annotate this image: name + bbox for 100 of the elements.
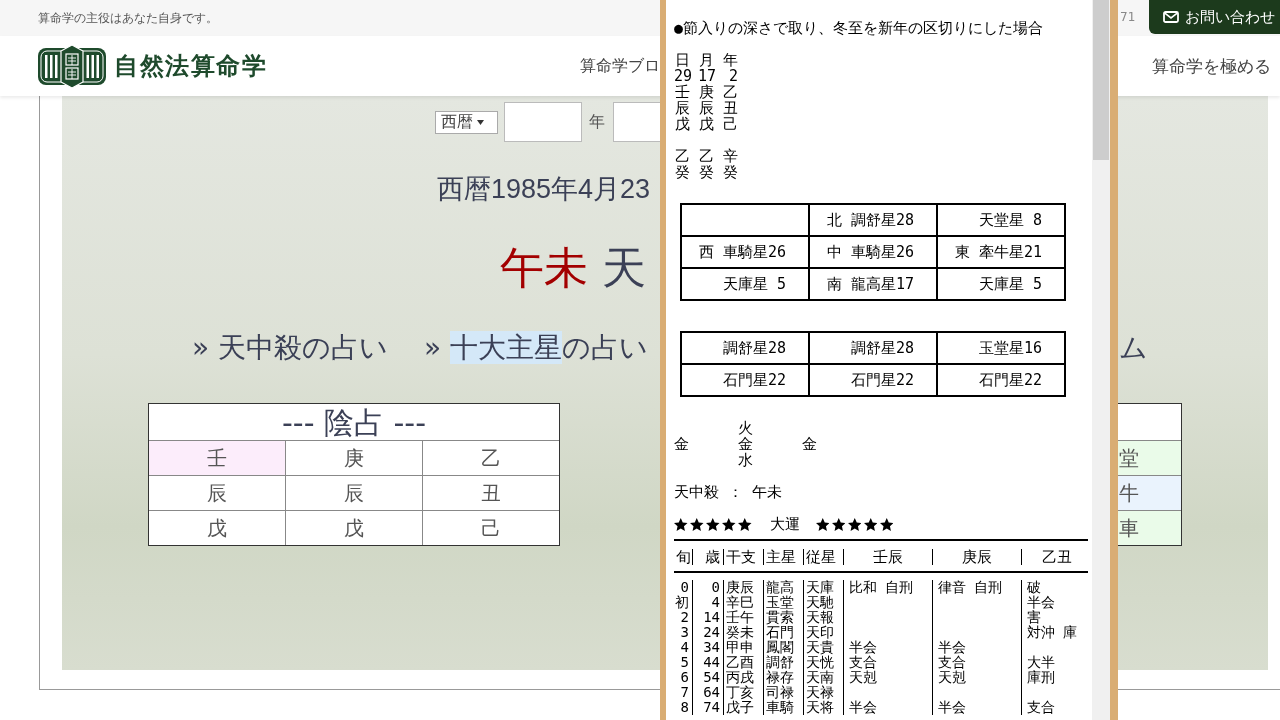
tenchusatsu-text: 天中殺 ： 午未 xyxy=(674,484,784,500)
note-text: ●節入りの深さで取り、冬至を新年の区切りにした場合 xyxy=(674,20,1045,36)
table-cell: 調舒星28 xyxy=(810,333,938,365)
table-cell: 調舒星28 xyxy=(682,333,810,365)
star-icon xyxy=(815,517,829,531)
table-cell: 0 xyxy=(693,580,724,595)
element-label: 火 xyxy=(738,420,753,436)
table-cell: 半会 xyxy=(933,700,1022,715)
pillar-cell: 辰 xyxy=(674,100,690,116)
element-label: 金 xyxy=(738,436,753,452)
table-cell: 支合 xyxy=(844,655,933,670)
table-cell: 天恍 xyxy=(804,655,844,670)
month-input[interactable] xyxy=(613,102,660,142)
table-cell: 石門星22 xyxy=(682,365,810,397)
column-heading: 干支 xyxy=(724,549,764,565)
table-cell: 3 xyxy=(674,625,693,640)
scrollbar-thumb[interactable] xyxy=(1093,0,1109,160)
fortune-link[interactable]: ム xyxy=(1118,330,1148,366)
fortune-link[interactable]: » 十大主星の占い xyxy=(424,330,649,366)
logo-icon[interactable] xyxy=(38,44,106,88)
fortune-label: 大運 xyxy=(769,516,800,532)
table-cell: 玉堂 xyxy=(764,595,804,610)
table-cell: 辰 xyxy=(149,476,286,511)
table-cell: 半会 xyxy=(844,640,933,655)
table-cell: 0 xyxy=(674,580,693,595)
table-cell: 調舒 xyxy=(764,655,804,670)
table-cell: 54 xyxy=(693,670,724,685)
table-cell: 7 xyxy=(674,685,693,700)
pillar-cell: 辛 xyxy=(722,148,738,164)
pillar-cell: 戊 xyxy=(674,116,690,132)
table-cell: 天南 xyxy=(804,670,844,685)
table-cell: 東 牽牛星21 xyxy=(938,237,1066,269)
table-cell-text: 庫刑 xyxy=(1026,670,1056,685)
pillar-cell: 17 xyxy=(698,68,714,84)
table-cell: 庚 xyxy=(286,441,423,476)
table-cell-text: 破 xyxy=(1026,580,1042,595)
table-cell: 貫索 xyxy=(764,610,804,625)
year-input[interactable] xyxy=(504,102,582,142)
table-cell: 鳳閣 xyxy=(764,640,804,655)
table-cell: 天将 xyxy=(804,700,844,715)
column-heading: 乙丑 xyxy=(1041,549,1073,565)
table-cell: 4 xyxy=(693,595,724,610)
table-cell: 律音 自刑 xyxy=(933,580,1022,595)
star-icon xyxy=(690,517,704,531)
table-cell: 南 龍高星17 xyxy=(810,269,938,301)
pillar-cell-text: 2 xyxy=(727,68,738,84)
pillar-cell: 乙 xyxy=(674,148,690,164)
envelope-icon xyxy=(1163,11,1179,23)
table-cell: 天庫星 5 xyxy=(682,269,810,301)
pillar-cell: 癸 xyxy=(674,164,690,180)
pillar-cell: 戊 xyxy=(698,116,714,132)
star-icon xyxy=(706,517,720,531)
table-cell: 天堂星 8 xyxy=(938,205,1066,237)
nav-link[interactable]: 算命学を極める xyxy=(1152,54,1271,78)
table-cell: 64 xyxy=(693,685,724,700)
table-cell: 8 xyxy=(674,700,693,715)
pillar-cell: 庚 xyxy=(698,84,714,100)
era-select[interactable]: 西暦 xyxy=(435,110,498,134)
heading-text: 午未 xyxy=(500,242,588,294)
table-cell: 34 xyxy=(693,640,724,655)
table-cell: 天庫星 5 xyxy=(938,269,1066,301)
table-cell: 天印 xyxy=(804,625,844,640)
caret-icon xyxy=(477,119,484,125)
table-cell: 天貴 xyxy=(804,640,844,655)
table-cell: 堂 xyxy=(1118,441,1181,476)
table-cell: 乙酉 xyxy=(724,655,764,670)
table-cell-text: 大半 xyxy=(1026,655,1056,670)
table-cell: 北 調舒星28 xyxy=(810,205,938,237)
table-cell-text: 害 xyxy=(1026,610,1042,625)
element-label: 水 xyxy=(738,452,753,468)
table-cell: 4 xyxy=(674,640,693,655)
table-cell: 2 xyxy=(674,610,693,625)
table-cell: 玉堂星16 xyxy=(938,333,1066,365)
heading-text: 天 xyxy=(602,242,646,294)
table-cell: 6 xyxy=(674,670,693,685)
table-cell: 辛巳 xyxy=(724,595,764,610)
table-cell: 西 車騎星26 xyxy=(682,237,810,269)
element-label: 金 xyxy=(674,436,689,452)
fortune-link[interactable]: » 天中殺の占い xyxy=(192,330,389,366)
table-cell: 半会 xyxy=(933,640,1022,655)
table-cell: 支合 xyxy=(933,655,1022,670)
table-cell: 初 xyxy=(674,595,693,610)
pillar-cell: 乙 xyxy=(722,84,738,100)
table-cell: 天報 xyxy=(804,610,844,625)
contact-button[interactable]: お問い合わせ xyxy=(1149,0,1280,34)
pillar-cell: 癸 xyxy=(722,164,738,180)
pillar-cell: 辰 xyxy=(698,100,714,116)
table-cell: 甲申 xyxy=(724,640,764,655)
star-icon xyxy=(863,517,877,531)
column-heading: 壬辰 xyxy=(844,549,933,565)
table-cell: 禄存 xyxy=(764,670,804,685)
pillar-cell: 乙 xyxy=(698,148,714,164)
pillar-cell: 29 xyxy=(674,68,690,84)
star-icon xyxy=(831,517,845,531)
table-cell: 天禄 xyxy=(804,685,844,700)
pillar-cell: 壬 xyxy=(674,84,690,100)
table-cell: 中 車騎星26 xyxy=(810,237,938,269)
table-cell: 辰 xyxy=(286,476,423,511)
nav-link[interactable]: 算命学ブロ xyxy=(580,55,660,77)
table-cell-text: 支合 xyxy=(1026,700,1056,715)
